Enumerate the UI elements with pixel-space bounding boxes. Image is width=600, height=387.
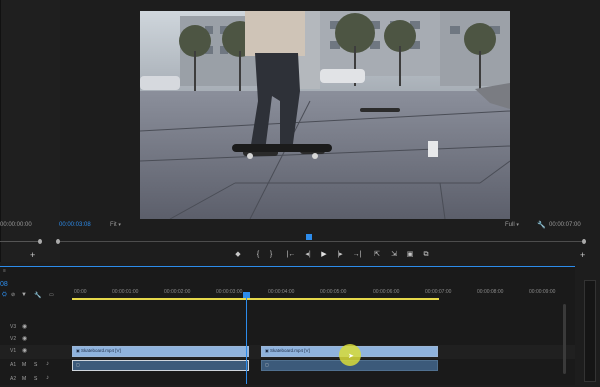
ruler-label: 00:00:07:00 <box>425 289 452 295</box>
playhead-marker[interactable] <box>306 234 312 240</box>
program-current-timecode[interactable]: 00:00:03:08 <box>59 222 91 228</box>
track-label: V3 <box>10 324 17 330</box>
lift-button[interactable]: ⇱ <box>371 249 383 261</box>
track-label: A2 <box>10 376 17 382</box>
track-label: V1 <box>10 348 17 354</box>
source-scrub-bar[interactable] <box>0 239 42 244</box>
captions-icon[interactable]: ▭ <box>49 292 54 298</box>
ruler-label: 00:00:06:00 <box>373 289 400 295</box>
ruler-label: 00:00:01:00 <box>112 289 139 295</box>
chevron-down-icon: ▾ <box>118 222 121 228</box>
timeline-timecode[interactable]: 08 <box>0 281 8 288</box>
zoom-value: Fit <box>110 222 117 228</box>
audio-fx-icon: ▢ <box>265 362 269 367</box>
go-to-out-button[interactable]: →| <box>351 249 363 261</box>
eye-icon[interactable]: ◉ <box>22 323 27 330</box>
mic-icon[interactable]: ♪ <box>46 375 49 381</box>
fx-icon: ▣ <box>265 348 269 353</box>
video-clip[interactable]: ▣ Skateboard.mp4 [V] <box>72 346 249 357</box>
go-to-in-button[interactable]: |← <box>285 249 297 261</box>
step-back-button[interactable]: ◂| <box>302 249 314 261</box>
track-label: V2 <box>10 336 17 342</box>
play-button[interactable]: ▶ <box>318 249 330 261</box>
program-video-frame <box>140 11 510 219</box>
extract-button[interactable]: ⇲ <box>388 249 400 261</box>
track-a2[interactable]: A2 M S ♪ <box>0 373 575 387</box>
clip-name: Skateboard.mp4 [V] <box>81 348 121 353</box>
eye-icon[interactable]: ◉ <box>22 335 27 342</box>
work-area-bar[interactable] <box>72 298 439 300</box>
mic-icon[interactable]: ♪ <box>46 361 49 367</box>
solo-icon[interactable]: S <box>34 376 37 382</box>
snap-icon[interactable]: ⛭ <box>2 292 7 299</box>
mute-icon[interactable]: M <box>22 362 26 368</box>
ruler-label: 00:00:02:00 <box>164 289 191 295</box>
timeline-playhead[interactable] <box>243 292 250 384</box>
track-label: A1 <box>10 362 17 368</box>
add-marker-icon[interactable]: ▼ <box>21 292 27 298</box>
mouse-cursor-icon: ➤ <box>348 353 354 360</box>
program-scrub-bar[interactable] <box>56 234 586 244</box>
ruler-label: 00:00:08:00 <box>477 289 504 295</box>
audio-meter <box>584 280 596 382</box>
mute-icon[interactable]: M <box>22 376 26 382</box>
wrench-icon[interactable]: 🔧 <box>34 292 41 299</box>
clip-name: Skateboard.mp4 [V] <box>270 348 310 353</box>
linked-selection-icon[interactable]: ⊘ <box>11 292 15 298</box>
skateboarder-video-image <box>140 11 510 219</box>
resolution-value: Full <box>505 222 515 228</box>
export-frame-button[interactable]: ▣ <box>404 249 416 261</box>
chevron-down-icon: ▾ <box>516 222 519 228</box>
ruler-label: 00:00:04:00 <box>268 289 295 295</box>
audio-fx-icon: ▢ <box>76 362 80 367</box>
eye-icon[interactable]: ◉ <box>22 347 27 354</box>
resolution-select[interactable]: Full ▾ <box>505 222 519 228</box>
ruler-label: 00:00:09:00 <box>529 289 556 295</box>
source-add-button[interactable]: + <box>30 250 35 260</box>
add-marker-button[interactable]: ◆ <box>232 249 244 261</box>
source-timecode[interactable]: 00:00:00:00 <box>0 222 32 228</box>
fx-icon: ▣ <box>76 348 80 353</box>
solo-icon[interactable]: S <box>34 362 37 368</box>
mark-in-button[interactable]: { <box>252 249 264 261</box>
comparison-view-button[interactable]: ⧉ <box>420 249 432 261</box>
step-forward-button[interactable]: |▸ <box>334 249 346 261</box>
audio-clip[interactable]: ▢ <box>72 360 249 371</box>
ruler-label: 00:00:03:00 <box>216 289 243 295</box>
ruler-label: 00:00 <box>74 289 87 295</box>
program-add-button[interactable]: + <box>580 250 585 260</box>
wrench-icon[interactable]: 🔧 <box>537 221 546 229</box>
ruler-label: 00:00:05:00 <box>320 289 347 295</box>
timeline-vertical-scrollbar[interactable] <box>563 304 566 374</box>
mark-out-button[interactable]: } <box>265 249 277 261</box>
program-duration-timecode: 00:00:07:00 <box>549 222 581 228</box>
zoom-select[interactable]: Fit ▾ <box>110 222 121 228</box>
timeline-menu-icon[interactable]: ≡ <box>3 268 6 274</box>
